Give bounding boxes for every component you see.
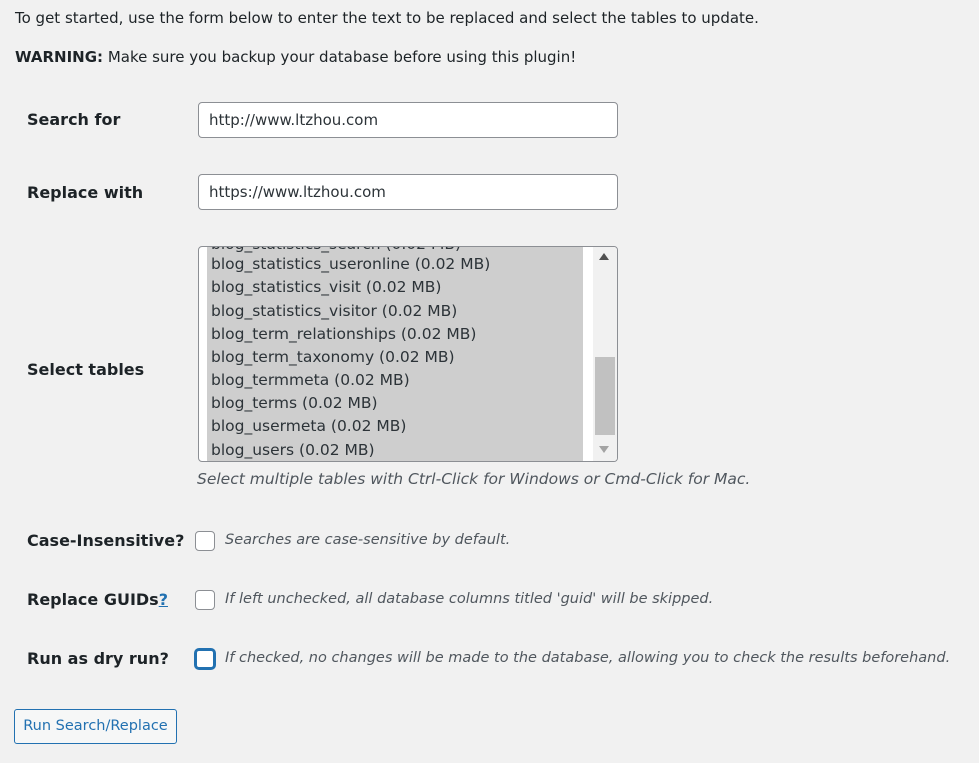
warning-label: WARNING:: [15, 48, 104, 66]
table-option[interactable]: blog_term_taxonomy (0.02 MB): [211, 346, 455, 369]
case-insensitive-label: Case-Insensitive?: [27, 531, 185, 550]
table-option[interactable]: blog_terms (0.02 MB): [211, 392, 378, 415]
tables-scrollbar[interactable]: [593, 247, 617, 461]
guids-help-link[interactable]: ?: [159, 590, 168, 609]
scroll-down-arrow-icon[interactable]: [599, 446, 609, 453]
replace-guids-checkbox[interactable]: [195, 590, 215, 610]
scrollbar-thumb[interactable]: [595, 357, 615, 435]
table-option[interactable]: blog_statistics_useronline (0.02 MB): [211, 253, 490, 276]
run-search-replace-button[interactable]: Run Search/Replace: [14, 709, 177, 744]
dry-run-description: If checked, no changes will be made to t…: [225, 650, 951, 666]
replace-guids-label-text: Replace GUIDs: [27, 590, 159, 609]
dry-run-checkbox[interactable]: [195, 649, 215, 669]
table-option[interactable]: blog_usermeta (0.02 MB): [211, 415, 406, 438]
warning-message: WARNING: Make sure you backup your datab…: [15, 48, 576, 66]
select-tables-label: Select tables: [27, 360, 145, 379]
case-insensitive-checkbox[interactable]: [195, 531, 215, 551]
table-option[interactable]: blog_statistics_visitor (0.02 MB): [211, 300, 457, 323]
tables-multiselect[interactable]: blog_statistics_search (0.02 MB) blog_st…: [198, 246, 618, 462]
replace-input[interactable]: [198, 174, 618, 210]
replace-label: Replace with: [27, 183, 144, 202]
search-label: Search for: [27, 110, 121, 129]
scroll-up-arrow-icon[interactable]: [599, 253, 609, 260]
search-input[interactable]: [198, 102, 618, 138]
table-option[interactable]: blog_statistics_visit (0.02 MB): [211, 276, 441, 299]
warning-text: Make sure you backup your database befor…: [107, 48, 577, 66]
intro-text: To get started, use the form below to en…: [15, 9, 759, 27]
select-tables-description: Select multiple tables with Ctrl-Click f…: [197, 470, 751, 488]
table-option[interactable]: blog_termmeta (0.02 MB): [211, 369, 410, 392]
replace-guids-label: Replace GUIDs?: [27, 590, 168, 609]
table-option[interactable]: blog_term_relationships (0.02 MB): [211, 323, 476, 346]
case-insensitive-description: Searches are case-sensitive by default.: [225, 532, 511, 548]
dry-run-label: Run as dry run?: [27, 649, 169, 668]
replace-guids-description: If left unchecked, all database columns …: [225, 591, 714, 607]
table-option[interactable]: blog_users (0.02 MB): [211, 439, 375, 461]
tables-options-list[interactable]: blog_statistics_search (0.02 MB) blog_st…: [207, 247, 583, 461]
